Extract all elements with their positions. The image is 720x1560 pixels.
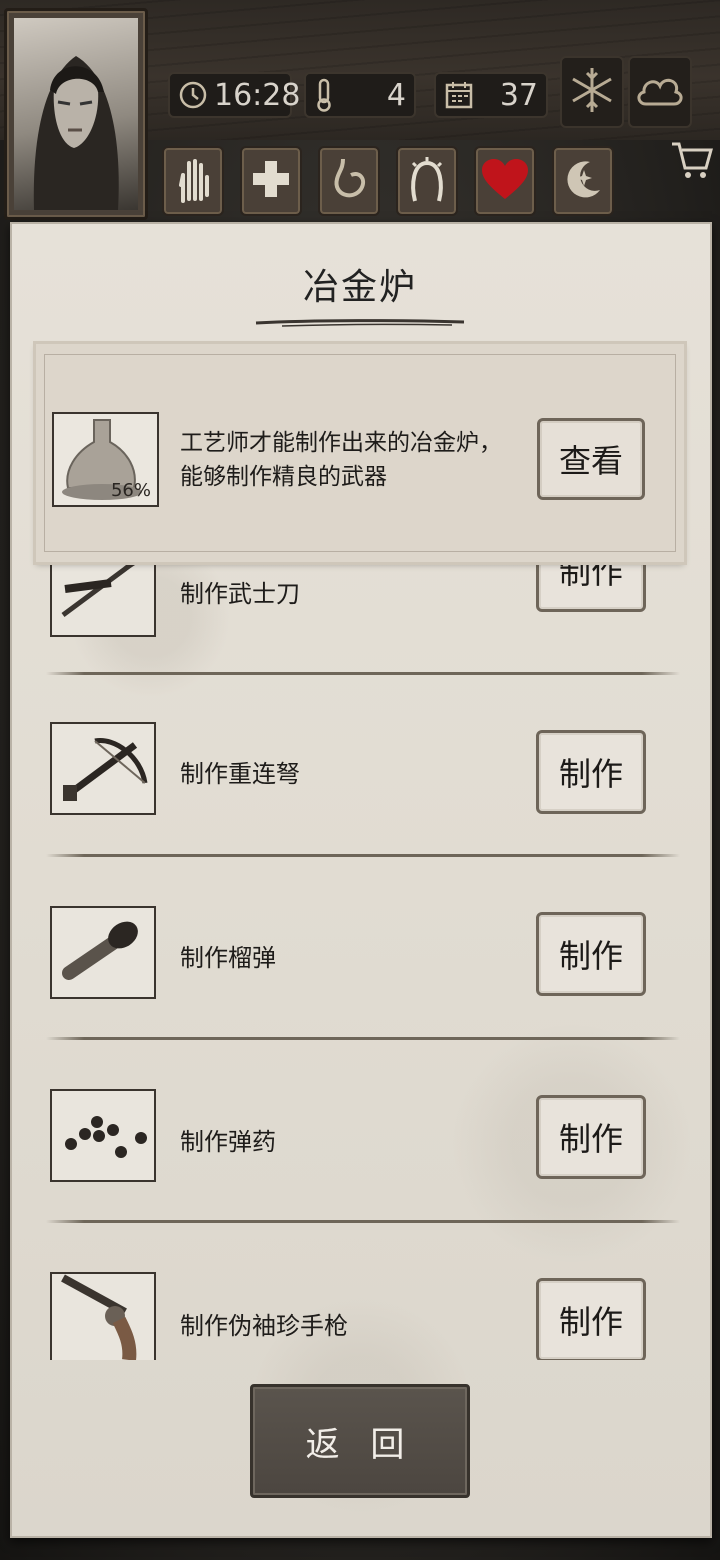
- title-underline: [255, 319, 465, 327]
- craft-button[interactable]: 制作: [536, 730, 646, 814]
- temperature-display: 4: [304, 72, 416, 118]
- status-hunger-button[interactable]: [318, 146, 380, 216]
- time-value: 16:28: [214, 77, 301, 113]
- status-hand-button[interactable]: [162, 146, 224, 216]
- heart-icon: [480, 157, 530, 205]
- view-button[interactable]: 查看: [537, 418, 645, 500]
- divider: [46, 1220, 680, 1223]
- status-health-button[interactable]: [240, 146, 302, 216]
- craft-button[interactable]: 制作: [536, 912, 646, 996]
- divider: [46, 854, 680, 857]
- craft-button[interactable]: 制作: [536, 1278, 646, 1360]
- status-mind-button[interactable]: [396, 146, 458, 216]
- recipe-label: 制作榴弹: [180, 944, 276, 972]
- ammo-icon: [55, 1094, 151, 1178]
- list-item[interactable]: 制作重连弩 制作: [10, 688, 712, 871]
- recipe-label: 制作弹药: [180, 1128, 276, 1156]
- app-screen: 16:28 4 37 冶金炉 制作武士刀 制作 制作重连弩 制作 制作榴弹 制作…: [0, 0, 720, 1560]
- list-item[interactable]: 制作榴弹 制作: [10, 870, 712, 1053]
- furnace-thumb: 56%: [52, 412, 159, 507]
- status-sleep-button[interactable]: [552, 146, 614, 216]
- crossbow-thumb: [50, 722, 156, 815]
- avatar: [14, 18, 138, 210]
- snowflake-icon: [567, 65, 617, 119]
- recipe-label: 制作重连弩: [180, 760, 300, 788]
- character-portrait[interactable]: [4, 8, 148, 220]
- recipe-label: 制作伪袖珍手枪: [180, 1312, 348, 1340]
- calendar-icon: [444, 80, 474, 110]
- day-value: 37: [499, 77, 538, 113]
- shop-cart-button[interactable]: [670, 138, 714, 182]
- ammo-thumb: [50, 1089, 156, 1182]
- hand-icon: [173, 155, 213, 207]
- back-button[interactable]: 返 回: [250, 1384, 470, 1498]
- status-heart-button[interactable]: [474, 146, 536, 216]
- medical-cross-icon: [249, 157, 293, 205]
- thermometer-icon: [314, 78, 334, 112]
- revolver-thumb: [50, 1272, 156, 1360]
- description-line: 工艺师才能制作出来的冶金炉，: [180, 430, 502, 456]
- recipe-label: 制作武士刀: [180, 580, 300, 608]
- grenade-thumb: [50, 906, 156, 999]
- crossbow-icon: [55, 727, 151, 811]
- status-bar: [162, 146, 614, 216]
- temperature-value: 4: [386, 77, 406, 113]
- craft-button[interactable]: 制作: [536, 1095, 646, 1179]
- head-icon: [405, 155, 449, 207]
- cloud-icon: [634, 70, 686, 114]
- moon-star-icon: [560, 156, 606, 206]
- list-item[interactable]: 制作弹药 制作: [10, 1052, 712, 1235]
- list-item[interactable]: 制作伪袖珍手枪 制作: [10, 1236, 712, 1360]
- progress-percent: 56%: [110, 480, 151, 501]
- cart-icon: [670, 142, 714, 186]
- clock-icon: [178, 80, 208, 110]
- divider: [46, 1037, 680, 1040]
- revolver-icon: [55, 1272, 151, 1360]
- hooded-figure-icon: [33, 56, 119, 210]
- snowflake-button[interactable]: [560, 56, 624, 128]
- divider: [46, 672, 680, 675]
- stomach-icon: [329, 155, 369, 207]
- day-counter: 37: [434, 72, 548, 118]
- description-line: 能够制作精良的武器: [180, 464, 387, 490]
- page-title: 冶金炉: [302, 267, 417, 308]
- game-clock: 16:28: [168, 72, 300, 118]
- featured-description: 工艺师才能制作出来的冶金炉， 能够制作精良的武器: [180, 426, 520, 494]
- grenade-icon: [55, 911, 151, 995]
- cloud-button[interactable]: [628, 56, 692, 128]
